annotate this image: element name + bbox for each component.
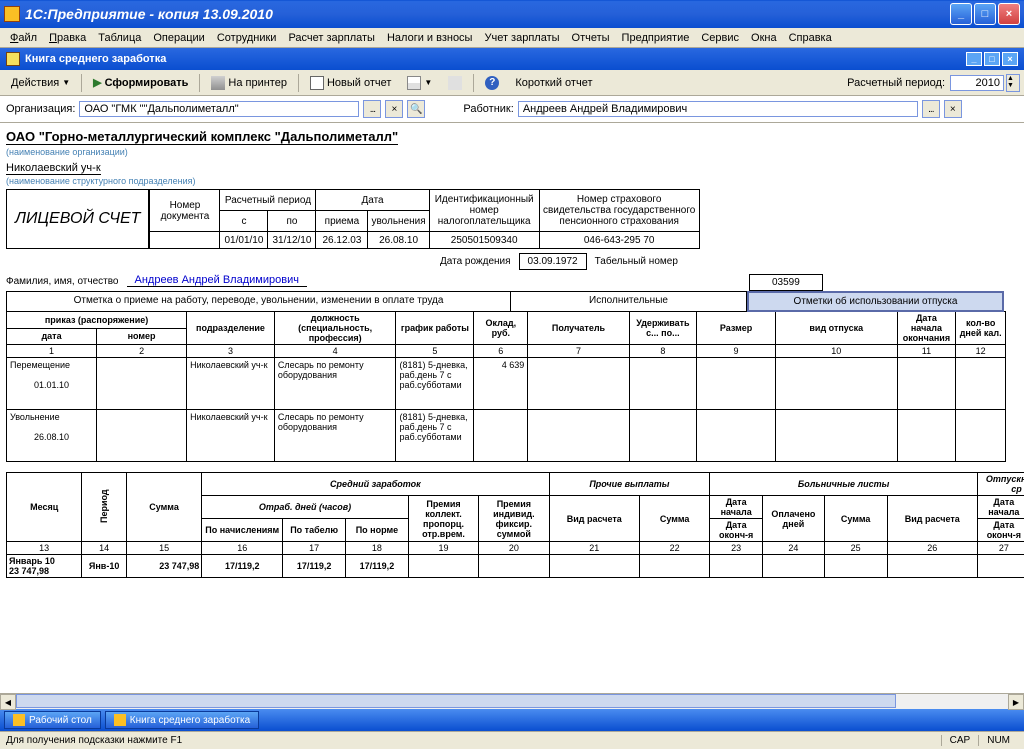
scroll-track[interactable] (16, 694, 1008, 709)
new-report-icon (310, 76, 324, 90)
menu-employees[interactable]: Сотрудники (211, 30, 283, 46)
scroll-left-button[interactable]: ◀ (0, 694, 16, 710)
org-search-button[interactable]: 🔍 (407, 100, 425, 118)
menu-taxes[interactable]: Налоги и взносы (381, 30, 479, 46)
dept-note: (наименование структурного подразделения… (6, 176, 195, 186)
brush-icon (448, 76, 462, 90)
tabnum-label: Табельный номер (591, 254, 682, 269)
emp-clear-button[interactable]: × (944, 100, 962, 118)
org-input[interactable] (79, 101, 359, 117)
form-button[interactable]: ▶Сформировать (86, 73, 195, 92)
horizontal-scrollbar[interactable]: ◀ ▶ (0, 693, 1024, 709)
tabnum-value: 03599 (749, 274, 823, 291)
taskbar-desktop[interactable]: Рабочий стол (4, 711, 101, 729)
menu-service[interactable]: Сервис (695, 30, 745, 46)
section-vacation[interactable]: Отметки об использовании отпуска (747, 291, 1004, 312)
emp-label: Работник: (463, 103, 513, 115)
copy-button[interactable]: ▼ (400, 73, 439, 93)
subwindow-title: Книга среднего заработка (25, 53, 166, 65)
period-input[interactable] (950, 75, 1004, 91)
new-report-button[interactable]: Новый отчет (303, 73, 398, 93)
status-cap: CAP (941, 735, 979, 746)
taskbar-book[interactable]: Книга среднего заработка (105, 711, 259, 729)
copy-icon (407, 76, 421, 90)
emp-input[interactable] (518, 101, 918, 117)
menu-operations[interactable]: Операции (147, 30, 210, 46)
periods-table: Месяц Период Сумма Средний заработок Про… (6, 472, 1024, 578)
close-button[interactable]: × (998, 3, 1020, 25)
org-label: Организация: (6, 103, 75, 115)
status-hint: Для получения подсказки нажмите F1 (6, 735, 182, 746)
desktop-icon (13, 714, 25, 726)
help-icon: ? (485, 76, 499, 90)
org-clear-button[interactable]: × (385, 100, 403, 118)
scroll-right-button[interactable]: ▶ (1008, 694, 1024, 710)
menu-enterprise[interactable]: Предприятие (616, 30, 696, 46)
subwin-close-button[interactable]: × (1002, 52, 1018, 66)
dept-name: Николаевский уч-к (6, 162, 101, 175)
fio-value: Андреев Андрей Владимирович (127, 274, 307, 287)
menubar: Файл Правка Таблица Операции Сотрудники … (0, 28, 1024, 48)
section-hire: Отметка о приеме на работу, переводе, ув… (6, 291, 511, 312)
search-icon: 🔍 (410, 104, 422, 115)
print-button[interactable]: На принтер (204, 73, 294, 93)
subwin-minimize-button[interactable]: _ (966, 52, 982, 66)
toolbar: Действия▼ ▶Сформировать На принтер Новый… (0, 70, 1024, 96)
header-table: Номер документа Расчетный период Дата Ид… (149, 189, 699, 249)
menu-table[interactable]: Таблица (92, 30, 147, 46)
org-select-button[interactable]: ... (363, 100, 381, 118)
fio-label: Фамилия, имя, отчество (6, 276, 119, 287)
emp-select-button[interactable]: ... (922, 100, 940, 118)
birth-label: Дата рождения (436, 254, 515, 269)
brush-button[interactable] (441, 73, 469, 93)
document-icon (6, 52, 20, 66)
org-note: (наименование организации) (6, 147, 128, 157)
menu-windows[interactable]: Окна (745, 30, 783, 46)
app-icon (4, 6, 20, 22)
menu-file[interactable]: Файл (4, 30, 43, 46)
detail-table: приказ (распоряжение) подразделение долж… (6, 311, 1006, 462)
short-report-button[interactable]: Короткий отчет (508, 74, 599, 92)
taskbar: Рабочий стол Книга среднего заработка (0, 709, 1024, 731)
form-title: ЛИЦЕВОЙ СЧЕТ (6, 189, 149, 249)
menu-accounting[interactable]: Учет зарплаты (478, 30, 565, 46)
minimize-button[interactable]: _ (950, 3, 972, 25)
subwin-maximize-button[interactable]: □ (984, 52, 1000, 66)
window-titlebar: 1С:Предприятие - копия 13.09.2010 _ □ × (0, 0, 1024, 28)
actions-dropdown[interactable]: Действия▼ (4, 74, 77, 92)
window-title: 1С:Предприятие - копия 13.09.2010 (25, 6, 948, 22)
section-exec: Исполнительные (511, 291, 747, 312)
menu-edit[interactable]: Правка (43, 30, 92, 46)
menu-help[interactable]: Справка (783, 30, 838, 46)
birth-value: 03.09.1972 (519, 253, 587, 270)
maximize-button[interactable]: □ (974, 3, 996, 25)
report-area[interactable]: ОАО "Горно-металлургический комплекс "Да… (0, 123, 1024, 693)
filterbar: Организация: ... × 🔍 Работник: ... × (0, 96, 1024, 123)
status-num: NUM (978, 735, 1018, 746)
help-button[interactable]: ? (478, 73, 506, 93)
book-icon (114, 714, 126, 726)
scroll-thumb[interactable] (16, 694, 896, 708)
menu-salary[interactable]: Расчет зарплаты (282, 30, 381, 46)
printer-icon (211, 76, 225, 90)
menu-reports[interactable]: Отчеты (566, 30, 616, 46)
org-full-name: ОАО "Горно-металлургический комплекс "Да… (6, 129, 398, 145)
period-label: Расчетный период: (844, 77, 948, 89)
subwindow-titlebar: Книга среднего заработка _ □ × (0, 48, 1024, 70)
statusbar: Для получения подсказки нажмите F1 CAP N… (0, 731, 1024, 749)
period-stepper[interactable]: ▲▼ (1006, 74, 1020, 92)
